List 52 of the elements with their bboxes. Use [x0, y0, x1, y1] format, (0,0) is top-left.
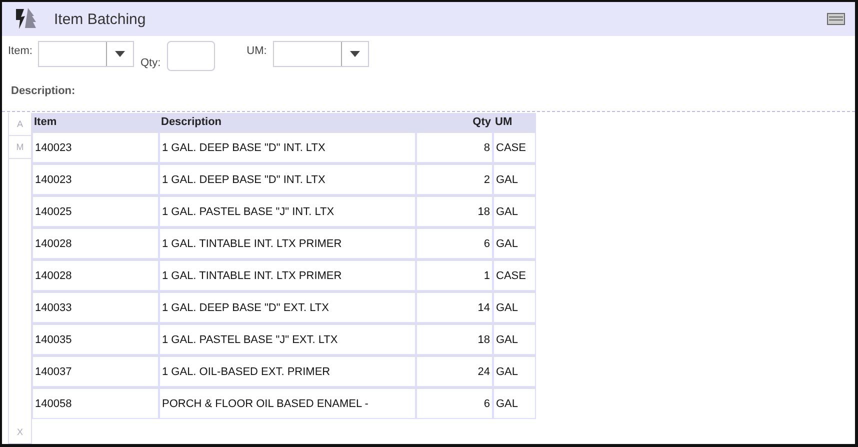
- table-cell: 6: [416, 387, 493, 419]
- dropdown-field[interactable]: [272, 41, 369, 67]
- table-cell: 18: [416, 195, 493, 227]
- logo-icon: [16, 8, 36, 30]
- column-header[interactable]: Item: [32, 113, 159, 131]
- window-title: Item Batching: [54, 10, 147, 28]
- table-cell: GAL: [493, 387, 536, 419]
- table-cell: GAL: [493, 355, 536, 387]
- field-label: Item:: [8, 45, 32, 57]
- input-field[interactable]: [166, 41, 215, 71]
- table-cell: 140037: [32, 355, 159, 387]
- column-header[interactable]: UM: [493, 113, 536, 131]
- caret-icon: [350, 51, 360, 57]
- table-cell: 140035: [32, 323, 159, 355]
- table-cell: 140023: [32, 163, 159, 195]
- table-cell: 140028: [32, 227, 159, 259]
- table-cell: GAL: [493, 323, 536, 355]
- table-cell: GAL: [493, 291, 536, 323]
- field-label: Qty:: [140, 57, 161, 69]
- table-cell: 1 GAL. OIL-BASED EXT. PRIMER: [159, 355, 416, 387]
- table-cell: GAL: [493, 227, 536, 259]
- description-label: Description:: [11, 85, 76, 99]
- column-header[interactable]: Description: [159, 113, 416, 131]
- table-cell: 140033: [32, 291, 159, 323]
- menu-icon[interactable]: [827, 13, 845, 25]
- table-cell: 140023: [32, 131, 159, 163]
- table-cell: 6: [416, 227, 493, 259]
- table-cell: 1 GAL. PASTEL BASE "J" EXT. LTX: [159, 323, 416, 355]
- table-cell: 1 GAL. PASTEL BASE "J" INT. LTX: [159, 195, 416, 227]
- table-cell: GAL: [493, 195, 536, 227]
- table-cell: 1 GAL. TINTABLE INT. LTX PRIMER: [159, 259, 416, 291]
- column-header[interactable]: Qty: [416, 113, 493, 131]
- table-cell: 24: [416, 355, 493, 387]
- table-cell: 2: [416, 163, 493, 195]
- table-cell: 140025: [32, 195, 159, 227]
- table-cell: 1: [416, 259, 493, 291]
- table-cell: CASE: [493, 259, 536, 291]
- table-cell: CASE: [493, 131, 536, 163]
- table-cell: 18: [416, 323, 493, 355]
- table-cell: 8: [416, 131, 493, 163]
- table-cell: 1 GAL. DEEP BASE "D" EXT. LTX: [159, 291, 416, 323]
- dropdown-field[interactable]: [38, 41, 134, 67]
- table-cell: 14: [416, 291, 493, 323]
- table-cell: 1 GAL. TINTABLE INT. LTX PRIMER: [159, 227, 416, 259]
- caret-icon: [115, 51, 126, 57]
- table-cell: 140028: [32, 259, 159, 291]
- table-cell: 1 GAL. DEEP BASE "D" INT. LTX: [159, 131, 416, 163]
- table-cell: 140058: [32, 387, 159, 419]
- table-cell: 1 GAL. DEEP BASE "D" INT. LTX: [159, 163, 416, 195]
- table-cell: GAL: [493, 163, 536, 195]
- field-label: UM:: [246, 45, 267, 57]
- table-cell: PORCH & FLOOR OIL BASED ENAMEL -: [159, 387, 416, 419]
